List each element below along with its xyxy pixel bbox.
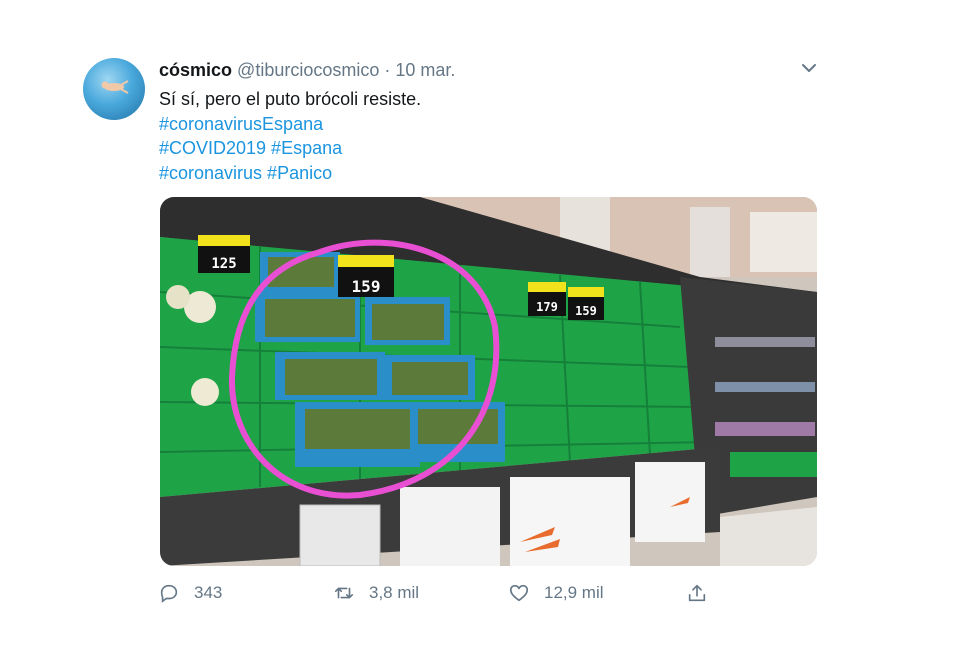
retweet-count: 3,8 mil bbox=[369, 583, 420, 602]
price-tag-label: 125 bbox=[211, 256, 236, 272]
reply-button[interactable]: 343 bbox=[158, 580, 222, 606]
heart-icon bbox=[509, 584, 529, 602]
author-name[interactable]: cósmico bbox=[159, 60, 232, 80]
price-tag-label: 159 bbox=[575, 304, 597, 318]
hashtag-line[interactable]: #coronavirusEspana bbox=[159, 112, 421, 137]
reply-icon bbox=[160, 584, 178, 603]
retweet-icon bbox=[334, 587, 354, 599]
like-count: 12,9 mil bbox=[544, 583, 604, 602]
like-button[interactable]: 12,9 mil bbox=[508, 580, 604, 606]
hashtag-line[interactable]: #coronavirus #Panico bbox=[159, 161, 421, 186]
tweet-header: cósmico @tiburciocosmico · 10 mar. bbox=[159, 59, 455, 81]
tweet-text-line: Sí sí, pero el puto brócoli resiste. bbox=[159, 89, 422, 109]
tweet-text: Sí sí, pero el puto brócoli resiste. #co… bbox=[159, 87, 421, 185]
share-icon bbox=[688, 584, 706, 602]
separator: · bbox=[384, 60, 391, 80]
tweet-actions: 343 3,8 mil 12,9 mil bbox=[158, 580, 718, 606]
reply-count: 343 bbox=[194, 583, 223, 602]
swimmer-figure bbox=[101, 80, 129, 94]
retweet-button[interactable]: 3,8 mil bbox=[333, 580, 419, 606]
supermarket-scene: 125 159 179 159 bbox=[160, 197, 817, 566]
tweet-date[interactable]: 10 mar. bbox=[395, 60, 455, 80]
share-button[interactable] bbox=[686, 580, 722, 606]
hashtag-line[interactable]: #COVID2019 #Espana bbox=[159, 136, 421, 161]
tweet-photo[interactable]: 125 159 179 159 bbox=[160, 197, 817, 566]
price-tag-label: 179 bbox=[536, 300, 558, 314]
price-tag-label: 159 bbox=[352, 277, 381, 296]
chevron-down-icon[interactable] bbox=[797, 56, 821, 80]
author-handle[interactable]: @tiburciocosmico bbox=[237, 60, 379, 80]
avatar[interactable] bbox=[83, 58, 145, 120]
